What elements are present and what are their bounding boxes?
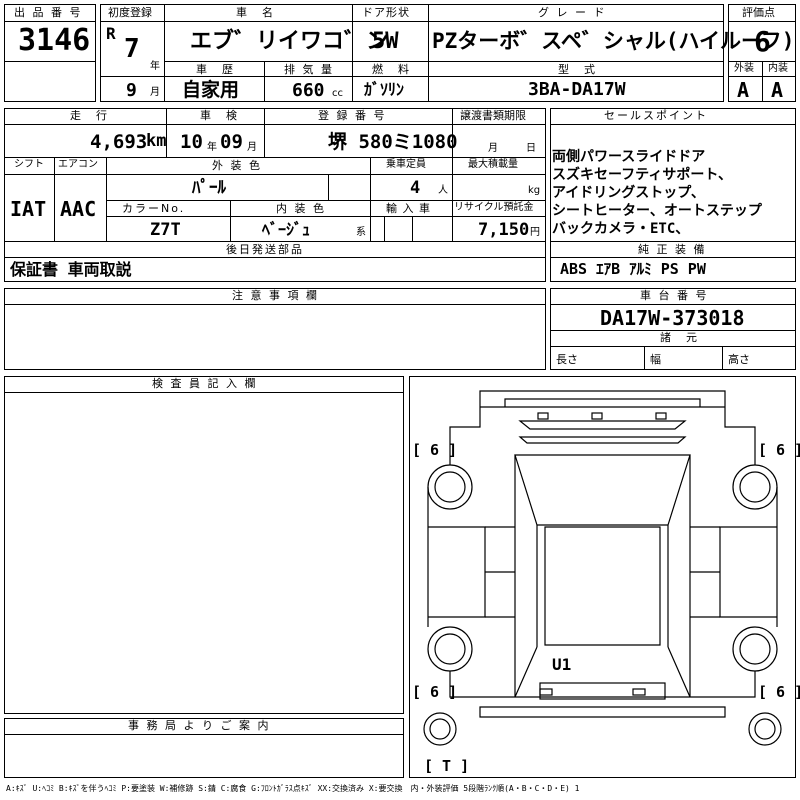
- import-label: 輸 入 車: [386, 202, 431, 215]
- inspection-year-unit: 年: [207, 142, 217, 153]
- car-name-value: エブ゛リイワコ゛ン: [190, 29, 389, 54]
- lot-number-value: 3146: [18, 23, 91, 58]
- inspection-label: 車 検: [200, 109, 239, 122]
- year-unit: 年: [150, 61, 160, 72]
- capacity-value: 4: [410, 178, 421, 198]
- later-parts-label: 後日発送部品: [226, 243, 304, 256]
- displacement-label: 排 気 量: [284, 63, 334, 76]
- fuel-label: 燃 料: [372, 63, 411, 76]
- interior-label: 内装: [768, 63, 788, 74]
- shift-label: シフト: [14, 159, 44, 170]
- ext-color-value: ﾊﾟｰﾙ: [192, 178, 226, 198]
- era-letter: R: [106, 24, 116, 43]
- sales-point-line: アイドリングストップ、: [552, 185, 705, 201]
- sales-point-line: 両側パワースライドドア: [552, 149, 706, 165]
- shift-value: IAT: [10, 197, 47, 221]
- equipment-value: ABS ｴｱB ｱﾙﾐ PS PW: [560, 260, 706, 278]
- model-value: 3BA-DA17W: [528, 79, 626, 100]
- sales-points-label: セールスポイント: [604, 109, 708, 122]
- chassis-label: 車 台 番 号: [640, 289, 709, 302]
- car-outline-drawing: [423, 390, 782, 746]
- office-label: 事 務 局 よ り ご 案 内: [128, 719, 271, 732]
- mileage-unit: km: [146, 131, 167, 151]
- car-name-label: 車 名: [236, 6, 275, 19]
- history-value: 自家用: [182, 79, 240, 101]
- displacement-value: 660: [292, 80, 325, 101]
- tire-front-right-score: [ 6 ]: [758, 441, 800, 459]
- score-value: 6: [754, 25, 771, 58]
- mileage-value: 4,693: [90, 131, 148, 153]
- height-label: 高さ: [728, 353, 750, 366]
- month-unit: 月: [150, 87, 160, 98]
- month-value: 9: [126, 80, 137, 101]
- year-value: 7: [124, 34, 140, 64]
- width-label: 幅: [650, 353, 661, 366]
- door-value: 5W: [372, 29, 399, 54]
- plate-value: 堺 580ミ1080: [328, 131, 458, 153]
- inspection-year: 10: [180, 131, 203, 153]
- model-label: 型 式: [558, 63, 597, 76]
- plate-label: 登 録 番 号: [318, 109, 387, 122]
- recycle-value: 7,150: [478, 220, 530, 240]
- notes-label: 注 意 事 項 欄: [232, 289, 319, 302]
- int-color-value: ﾍﾞｰｼﾞｭ: [262, 220, 311, 239]
- displacement-unit: cc: [332, 88, 343, 99]
- score-label: 評価点: [742, 6, 775, 19]
- recycle-unit: 円: [530, 227, 540, 238]
- car-diagram: [ 6 ] [ 6 ] [ 6 ] [ 6 ] [ T ] U1: [409, 376, 800, 778]
- int-color-unit: 系: [356, 227, 366, 238]
- recycle-label: リサイクル預託金: [454, 202, 534, 213]
- transfer-day-unit: 日: [526, 143, 536, 154]
- inspection-month: 09: [220, 131, 243, 153]
- sales-point-line: シートヒーター、オートステップ: [552, 203, 762, 219]
- grade-label: グ レ ー ド: [538, 6, 607, 19]
- ext-color-label: 外 装 色: [212, 159, 262, 172]
- ac-value: AAC: [60, 197, 97, 221]
- fuel-value: ｶﾞｿﾘﾝ: [364, 80, 405, 99]
- load-label: 最大積載量: [468, 159, 518, 170]
- first-reg-label: 初度登録: [108, 6, 152, 19]
- transfer-label: 譲渡書類期限: [460, 109, 526, 122]
- capacity-unit: 人: [438, 185, 448, 196]
- load-unit: kg: [528, 185, 541, 196]
- tire-rear-left-score: [ 6 ]: [412, 683, 458, 701]
- tire-front-left-score: [ 6 ]: [412, 441, 458, 459]
- color-no-label: カラーNo.: [122, 202, 186, 215]
- inspector-box: [4, 376, 404, 714]
- interior-score: A: [771, 78, 784, 102]
- lot-number-label: 出 品 番 号: [14, 6, 83, 19]
- ac-label: エアコン: [58, 159, 98, 170]
- length-label: 長さ: [556, 353, 578, 366]
- int-color-label: 内 装 色: [276, 202, 326, 215]
- specs-label: 諸 元: [660, 331, 699, 344]
- mileage-label: 走 行: [70, 109, 109, 122]
- exterior-score: A: [737, 78, 750, 102]
- sales-point-line: バックカメラ・ETC、: [552, 221, 690, 237]
- chassis-number: DA17W-373018: [600, 306, 745, 330]
- exterior-label: 外装: [734, 63, 754, 74]
- damage-mark-u1: U1: [552, 655, 572, 674]
- sales-point-line: スズキセーフティサポート、: [552, 167, 733, 183]
- tire-rear-right-score: [ 6 ]: [758, 683, 800, 701]
- capacity-label: 乗車定員: [386, 159, 426, 170]
- equipment-label: 純 正 装 備: [638, 243, 707, 256]
- inspector-label: 検 査 員 記 入 欄: [152, 377, 258, 390]
- transfer-month-unit: 月: [488, 143, 498, 154]
- inspection-month-unit: 月: [247, 142, 257, 153]
- color-no-value: Z7T: [150, 220, 181, 240]
- later-parts-value: 保証書 車両取説: [10, 260, 132, 279]
- history-label: 車 歴: [196, 63, 235, 76]
- door-label: ドア形状: [362, 6, 410, 19]
- spare-tire-mark: [ T ]: [424, 757, 470, 775]
- legend-text: A:ｷｽﾞ U:ﾍｺﾐ B:ｷｽﾞを伴うﾍｺﾐ P:要塗装 W:補修跡 S:錆 …: [6, 784, 580, 793]
